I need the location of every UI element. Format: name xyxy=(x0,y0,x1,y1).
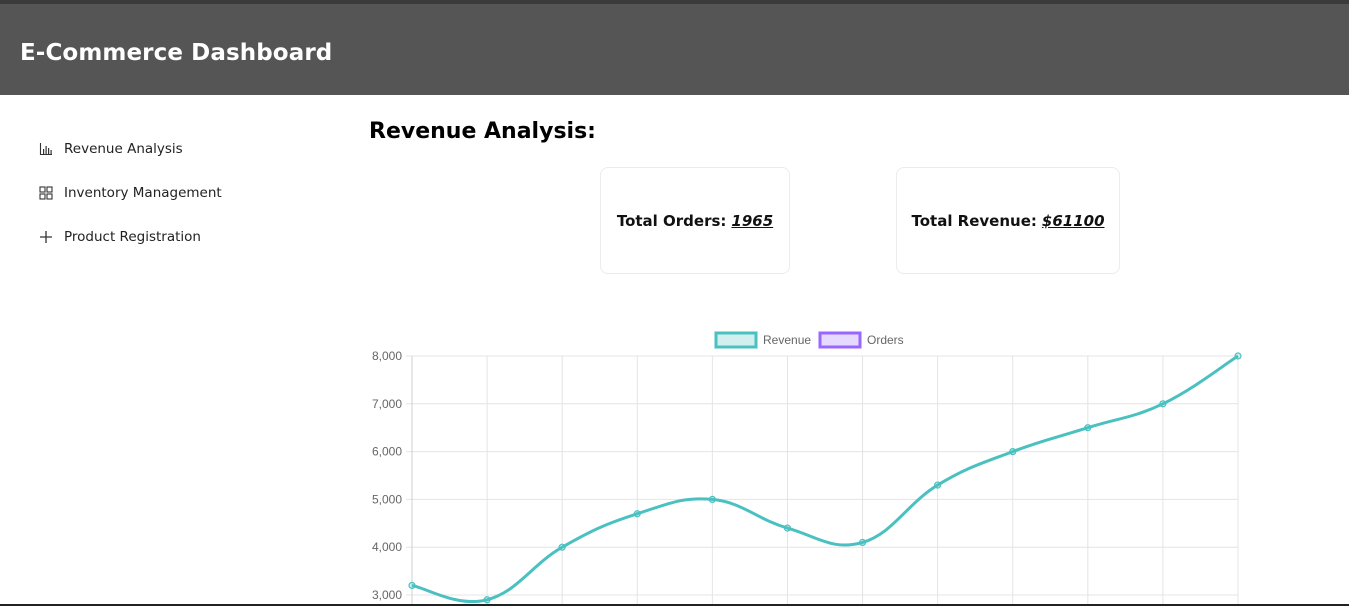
y-tick-label: 8,000 xyxy=(372,349,402,363)
revenue-data-point xyxy=(558,543,566,551)
legend-label: Revenue xyxy=(763,333,811,347)
total-revenue-card: Total Revenue: $61100 xyxy=(896,167,1120,274)
top-header: E-Commerce Dashboard xyxy=(0,0,1349,95)
revenue-data-point xyxy=(708,495,716,503)
revenue-data-point xyxy=(858,538,867,547)
total-revenue-value: $61100 xyxy=(1041,211,1105,230)
sidebar-item-label: Inventory Management xyxy=(64,185,222,201)
legend-swatch xyxy=(714,331,758,349)
revenue-data-point xyxy=(1009,447,1017,456)
revenue-data-point xyxy=(783,524,792,532)
y-tick-label: 3,000 xyxy=(372,588,402,602)
revenue-data-point xyxy=(1159,400,1167,408)
sidebar-item-product-registration[interactable]: Product Registration xyxy=(38,225,201,249)
revenue-chart: 8,000 7,000 6,000 5,000 4,000 3,000 Revenue Ord… xyxy=(340,325,1270,606)
total-revenue-label: Total Revenue: xyxy=(911,211,1037,230)
sidebar-item-revenue-analysis[interactable]: Revenue Analysis xyxy=(38,137,183,161)
sidebar-item-label: Revenue Analysis xyxy=(64,141,183,157)
y-tick-label: 5,000 xyxy=(372,492,402,506)
y-tick-label: 6,000 xyxy=(372,445,402,459)
revenue-series-line xyxy=(411,354,1239,604)
sidebar: Revenue Analysis Inventory Management Pr… xyxy=(0,95,330,606)
sidebar-item-label: Product Registration xyxy=(64,229,201,245)
page-title: Revenue Analysis: xyxy=(369,119,596,144)
legend-swatch xyxy=(818,331,862,349)
grid-icon xyxy=(38,185,54,201)
total-orders-card: Total Orders: 1965 xyxy=(600,167,790,274)
sidebar-item-inventory-management[interactable]: Inventory Management xyxy=(38,181,222,205)
bar-chart-icon xyxy=(38,141,54,157)
revenue-data-point xyxy=(483,596,491,604)
total-orders-value: 1965 xyxy=(731,211,774,230)
revenue-data-point xyxy=(934,481,942,489)
plus-icon xyxy=(38,229,54,245)
revenue-data-point xyxy=(633,510,641,518)
revenue-data-point xyxy=(1084,424,1092,432)
revenue-data-point xyxy=(408,581,416,590)
app-title: E-Commerce Dashboard xyxy=(20,40,333,66)
y-tick-label: 4,000 xyxy=(372,540,402,554)
revenue-data-point xyxy=(1234,352,1242,360)
revenue-chart-svg: 8,000 7,000 6,000 5,000 4,000 3,000 Revenue Ord… xyxy=(372,331,1242,606)
legend-label: Orders xyxy=(867,333,904,347)
y-tick-label: 7,000 xyxy=(372,397,402,411)
total-orders-label: Total Orders: xyxy=(616,211,727,230)
